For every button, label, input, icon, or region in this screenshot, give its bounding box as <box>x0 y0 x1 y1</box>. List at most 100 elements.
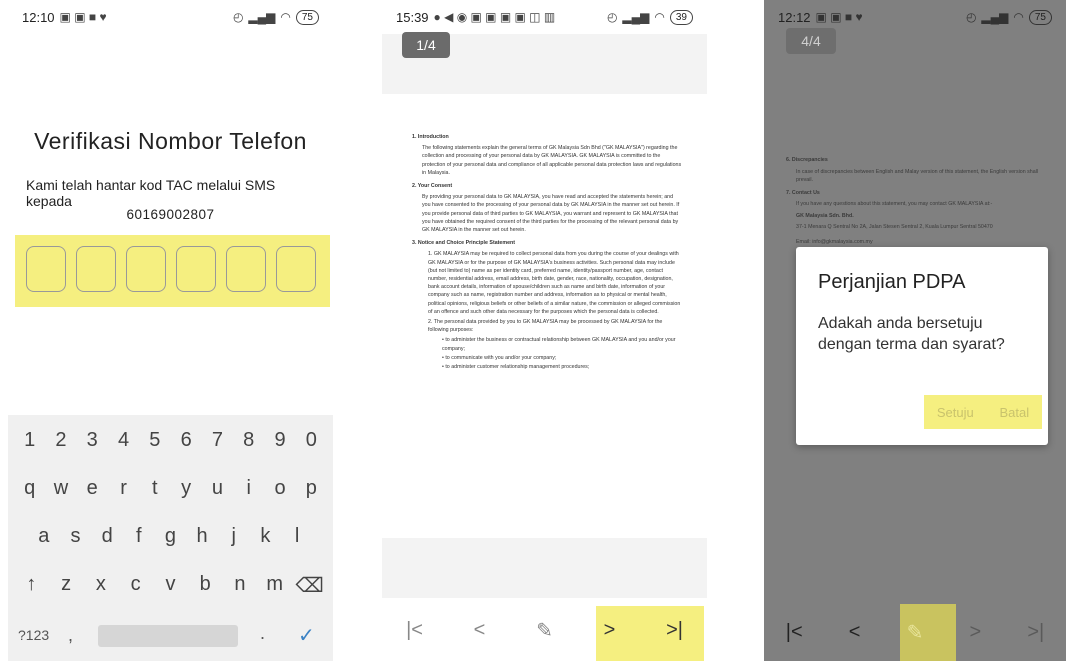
wifi-icon: ◠ <box>654 10 665 24</box>
first-page-button[interactable]: |< <box>395 611 435 651</box>
key[interactable]: 4 <box>110 429 138 452</box>
section-heading: 7. Contact Us <box>786 189 820 196</box>
signal-icon: ▂▄▆ <box>248 10 276 24</box>
document-page: 6. Discrepancies In case of discrepancie… <box>786 152 1051 249</box>
backspace-key[interactable]: ⌫ <box>296 573 324 598</box>
key[interactable]: p <box>297 477 325 500</box>
bullet-item: • to administer the business or contract… <box>442 337 676 352</box>
key[interactable]: e <box>78 477 106 500</box>
period-key[interactable]: . <box>260 623 265 644</box>
key[interactable]: c <box>122 573 150 598</box>
key[interactable]: g <box>156 525 184 548</box>
key[interactable]: 7 <box>203 429 231 452</box>
bullet-item: • to communicate with you and/or your co… <box>442 354 557 361</box>
keyboard-row-numbers: 1 2 3 4 5 6 7 8 9 0 <box>8 429 333 452</box>
notification-icon: ▣ ▣ ■ ♥ <box>815 10 863 24</box>
previous-page-button[interactable]: < <box>460 611 500 651</box>
pdpa-dialog: Perjanjian PDPA Adakah anda bersetuju de… <box>796 247 1048 445</box>
next-page-button[interactable]: > <box>590 611 630 651</box>
key[interactable]: y <box>172 477 200 500</box>
phone-screen-document-viewer: 15:39 ● ◀ ◉ ▣ ▣ ▣ ▣ ◫ ▥ ◴ ▂▄▆ ◠ 39 1/4 1… <box>382 0 707 661</box>
alarm-icon: ◴ <box>606 10 618 24</box>
keyboard-row-asdf: a s d f g h j k l <box>8 525 333 548</box>
section-heading: 2. Your Consent <box>412 183 453 190</box>
signal-icon: ▂▄▆ <box>622 10 650 24</box>
status-bar: 12:10 ▣ ▣ ■ ♥ ◴ ▂▄▆ ◠ 75 <box>8 0 333 34</box>
key[interactable]: v <box>156 573 184 598</box>
key[interactable]: k <box>251 525 279 548</box>
tac-digit-input[interactable] <box>276 246 316 292</box>
company-name: GK Malaysia Sdn. Bhd. <box>796 212 854 219</box>
key[interactable]: q <box>16 477 44 500</box>
keyboard-row-zxcv: ↑ z x c v b n m ⌫ <box>8 573 333 598</box>
company-address: 37-1 Menara Q Sentral No 2A, Jalan Stese… <box>796 224 993 230</box>
key[interactable]: t <box>141 477 169 500</box>
key[interactable]: n <box>226 573 254 598</box>
key[interactable]: r <box>110 477 138 500</box>
phone-screen-verification: 12:10 ▣ ▣ ■ ♥ ◴ ▂▄▆ ◠ 75 Verifikasi Nomb… <box>8 0 333 661</box>
tac-digit-input[interactable] <box>76 246 116 292</box>
key[interactable]: x <box>87 573 115 598</box>
previous-page-button[interactable]: < <box>835 613 875 653</box>
notification-icon: ● ◀ ◉ ▣ ▣ ▣ ▣ ◫ ▥ <box>433 10 556 24</box>
alarm-icon: ◴ <box>232 10 244 24</box>
key[interactable]: o <box>266 477 294 500</box>
shift-key[interactable]: ↑ <box>17 573 45 598</box>
battery-icon: 75 <box>1028 9 1052 25</box>
section-heading: 1. Introduction <box>412 134 449 140</box>
key[interactable]: h <box>188 525 216 548</box>
space-key[interactable] <box>98 625 238 647</box>
key[interactable]: 1 <box>16 429 44 452</box>
key[interactable]: 2 <box>47 429 75 452</box>
symbols-key[interactable]: ?123 <box>18 627 49 643</box>
key[interactable]: f <box>125 525 153 548</box>
last-page-button[interactable]: >| <box>1016 613 1056 653</box>
section-heading: 3. Notice and Choice Principle Statement <box>412 240 516 247</box>
tac-digit-input[interactable] <box>226 246 266 292</box>
key[interactable]: 6 <box>172 429 200 452</box>
cancel-button[interactable]: Batal <box>999 405 1029 420</box>
key[interactable]: 8 <box>235 429 263 452</box>
key[interactable]: 0 <box>297 429 325 452</box>
tac-digit-input[interactable] <box>126 246 166 292</box>
last-page-button[interactable]: >| <box>655 611 695 651</box>
section-text: In case of discrepancies between English… <box>796 168 1039 184</box>
enter-key[interactable]: ✓ <box>298 623 315 648</box>
section-text: By providing your personal data to GK MA… <box>422 194 680 234</box>
list-item: 1. GK MALAYSIA may be required to collec… <box>428 251 681 315</box>
section-text: The following statements explain the gen… <box>422 145 682 176</box>
key[interactable]: m <box>261 573 289 598</box>
sms-message: Kami telah hantar kod TAC melalui SMS ke… <box>26 177 276 209</box>
page-indicator: 1/4 <box>402 32 450 58</box>
status-bar: 15:39 ● ◀ ◉ ▣ ▣ ▣ ▣ ◫ ▥ ◴ ▂▄▆ ◠ 39 <box>382 0 707 34</box>
tac-digit-input[interactable] <box>26 246 66 292</box>
tac-digit-input[interactable] <box>176 246 216 292</box>
key[interactable]: 3 <box>78 429 106 452</box>
next-page-button[interactable]: > <box>955 613 995 653</box>
first-page-button[interactable]: |< <box>774 613 814 653</box>
phone-screen-pdpa-dialog: 12:12 ▣ ▣ ■ ♥ ◴ ▂▄▆ ◠ 75 4/4 6. Discrepa… <box>764 0 1066 661</box>
agree-button[interactable]: Setuju <box>937 405 974 420</box>
list-item: 2. The personal data provided by you to … <box>428 319 663 334</box>
key[interactable]: b <box>191 573 219 598</box>
key[interactable]: j <box>220 525 248 548</box>
dialog-message: Adakah anda bersetuju dengan terma dan s… <box>818 315 1005 353</box>
document-page: 1. Introduction The following statements… <box>412 128 682 372</box>
key[interactable]: s <box>61 525 89 548</box>
key[interactable]: l <box>283 525 311 548</box>
comma-key[interactable]: , <box>68 625 73 646</box>
pencil-icon[interactable]: ✎ <box>895 613 935 653</box>
pencil-icon[interactable]: ✎ <box>525 611 565 651</box>
key[interactable]: w <box>47 477 75 500</box>
section-heading: 6. Discrepancies <box>786 157 828 163</box>
key[interactable]: d <box>93 525 121 548</box>
key[interactable]: a <box>30 525 58 548</box>
company-email: Email: info@gkmalaysia.com.my <box>796 238 873 245</box>
key[interactable]: u <box>203 477 231 500</box>
key[interactable]: 5 <box>141 429 169 452</box>
key[interactable]: z <box>52 573 80 598</box>
key[interactable]: 9 <box>266 429 294 452</box>
wifi-icon: ◠ <box>280 10 291 24</box>
key[interactable]: i <box>235 477 263 500</box>
status-time: 15:39 <box>396 9 429 25</box>
